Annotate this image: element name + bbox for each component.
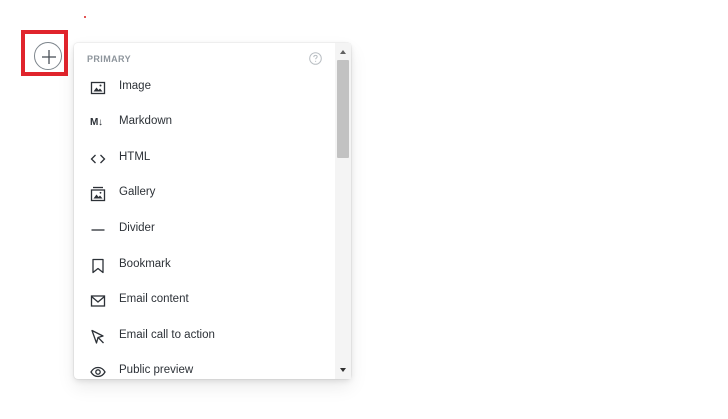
question-circle-icon[interactable] xyxy=(309,52,322,65)
scroll-up-arrow-icon[interactable] xyxy=(335,45,351,59)
scroll-thumb[interactable] xyxy=(337,60,349,158)
menu-item-image[interactable]: Image xyxy=(74,71,335,106)
gallery-icon xyxy=(90,186,106,202)
menu-item-label: HTML xyxy=(119,151,151,163)
menu-item-markdown[interactable]: M↓ Markdown xyxy=(74,106,335,141)
menu-item-bookmark[interactable]: Bookmark xyxy=(74,249,335,284)
menu-item-label: Bookmark xyxy=(119,258,171,270)
editor-canvas: PRIMARY Image M↓ Markdown HTML Gallery D… xyxy=(0,0,728,419)
email-icon xyxy=(90,293,106,309)
eye-icon xyxy=(90,364,106,379)
cursor-mark xyxy=(84,16,86,18)
menu-item-label: Public preview xyxy=(119,364,194,376)
card-menu: PRIMARY Image M↓ Markdown HTML Gallery D… xyxy=(74,43,351,379)
markdown-icon: M↓ xyxy=(90,117,103,128)
code-icon xyxy=(90,151,106,167)
menu-item-label: Image xyxy=(119,80,151,92)
menu-item-html[interactable]: HTML xyxy=(74,142,335,177)
bookmark-icon xyxy=(90,258,106,274)
menu-item-gallery[interactable]: Gallery xyxy=(74,177,335,212)
menu-item-email-content[interactable]: Email content xyxy=(74,284,335,319)
menu-item-label: Markdown xyxy=(119,115,173,127)
card-menu-list: PRIMARY Image M↓ Markdown HTML Gallery D… xyxy=(74,43,335,379)
menu-item-label: Divider xyxy=(119,222,155,234)
add-card-button[interactable] xyxy=(34,42,62,70)
menu-scrollbar[interactable] xyxy=(335,43,351,379)
menu-item-label: Email content xyxy=(119,293,189,305)
plus-icon xyxy=(42,50,56,64)
menu-item-divider[interactable]: Divider xyxy=(74,213,335,248)
menu-item-label: Email call to action xyxy=(119,329,215,341)
scroll-down-arrow-icon[interactable] xyxy=(335,363,351,377)
menu-item-email-cta[interactable]: Email call to action xyxy=(74,320,335,355)
image-icon xyxy=(90,80,106,96)
menu-item-public-preview[interactable]: Public preview xyxy=(74,355,335,379)
menu-item-label: Gallery xyxy=(119,186,156,198)
cursor-arrow-icon xyxy=(90,329,106,345)
section-header-primary: PRIMARY xyxy=(87,54,131,64)
divider-icon xyxy=(90,222,106,238)
